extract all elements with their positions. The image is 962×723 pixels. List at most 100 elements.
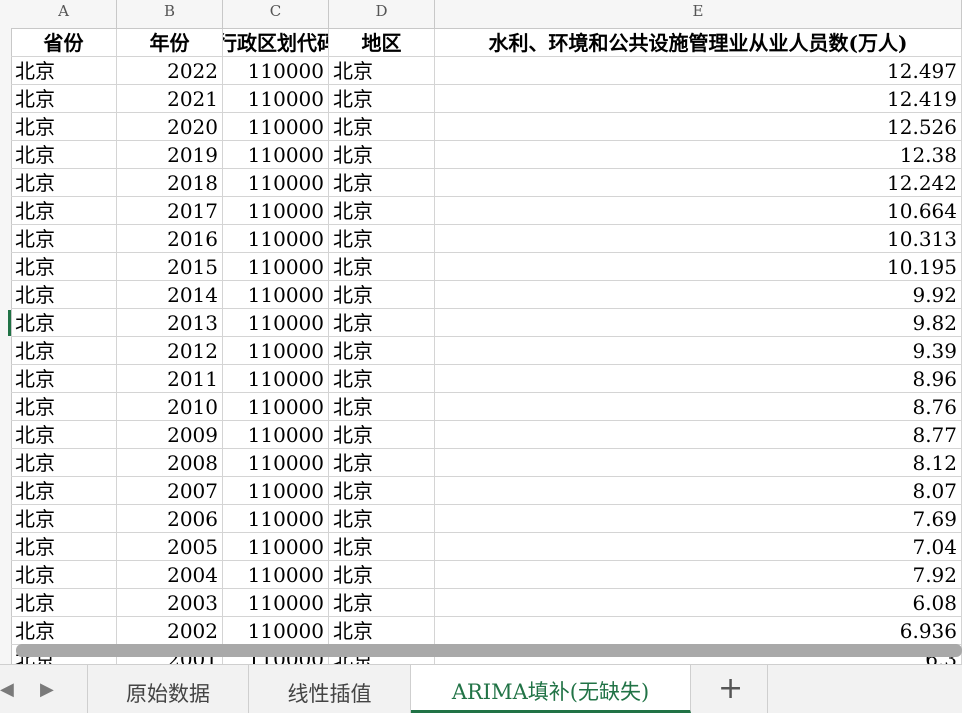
cell-province[interactable]: 北京: [11, 225, 117, 253]
cell-province[interactable]: 北京: [11, 57, 117, 85]
cell-province[interactable]: 北京: [11, 421, 117, 449]
cell-region[interactable]: 北京: [329, 337, 435, 365]
cell-year[interactable]: 2014: [117, 281, 223, 309]
tab-scroll-left-icon[interactable]: ◀: [0, 679, 14, 700]
cell-employees[interactable]: 6.08: [435, 589, 962, 617]
cell-year[interactable]: 2020: [117, 113, 223, 141]
cell-employees[interactable]: 12.497: [435, 57, 962, 85]
cell-region[interactable]: 北京: [329, 281, 435, 309]
cell-year[interactable]: 2003: [117, 589, 223, 617]
cell-year[interactable]: 2017: [117, 197, 223, 225]
cell-region[interactable]: 北京: [329, 617, 435, 645]
cell-region[interactable]: 北京: [329, 561, 435, 589]
cell-province[interactable]: 北京: [11, 365, 117, 393]
cell-year[interactable]: 2006: [117, 505, 223, 533]
cell-year[interactable]: 2010: [117, 393, 223, 421]
cell-region[interactable]: 北京: [329, 505, 435, 533]
cell-region[interactable]: 北京: [329, 225, 435, 253]
cell-region-code[interactable]: 110000: [223, 309, 329, 337]
cell-region-code[interactable]: 110000: [223, 85, 329, 113]
add-sheet-icon[interactable]: +: [718, 671, 743, 706]
cell-region[interactable]: 北京: [329, 309, 435, 337]
tab-scroll-right-icon[interactable]: ▶: [40, 679, 54, 700]
cell-region-code[interactable]: 110000: [223, 197, 329, 225]
cell-year[interactable]: 2018: [117, 169, 223, 197]
horizontal-scrollbar[interactable]: [16, 644, 962, 657]
cell-province[interactable]: 北京: [11, 197, 117, 225]
header-cell-region-code[interactable]: 行政区划代码: [223, 29, 329, 57]
cell-year[interactable]: 2022: [117, 57, 223, 85]
cell-region-code[interactable]: 110000: [223, 477, 329, 505]
cell-region[interactable]: 北京: [329, 365, 435, 393]
cell-region[interactable]: 北京: [329, 197, 435, 225]
cell-year[interactable]: 2012: [117, 337, 223, 365]
cell-province[interactable]: 北京: [11, 141, 117, 169]
cell-employees[interactable]: 10.664: [435, 197, 962, 225]
cell-year[interactable]: 2008: [117, 449, 223, 477]
cell-year[interactable]: 2004: [117, 561, 223, 589]
cell-year[interactable]: 2021: [117, 85, 223, 113]
cell-employees[interactable]: 8.76: [435, 393, 962, 421]
cell-employees[interactable]: 10.195: [435, 253, 962, 281]
cell-year[interactable]: 2016: [117, 225, 223, 253]
cell-region-code[interactable]: 110000: [223, 449, 329, 477]
cell-province[interactable]: 北京: [11, 309, 117, 337]
cell-year[interactable]: 2013: [117, 309, 223, 337]
cell-region[interactable]: 北京: [329, 85, 435, 113]
header-cell-employees[interactable]: 水利、环境和公共设施管理业从业人员数(万人): [435, 29, 962, 57]
cell-employees[interactable]: 8.07: [435, 477, 962, 505]
cell-province[interactable]: 北京: [11, 393, 117, 421]
cell-year[interactable]: 2007: [117, 477, 223, 505]
cell-region-code[interactable]: 110000: [223, 113, 329, 141]
cell-employees[interactable]: 7.92: [435, 561, 962, 589]
cell-region-code[interactable]: 110000: [223, 141, 329, 169]
cell-region[interactable]: 北京: [329, 113, 435, 141]
cell-employees[interactable]: 12.526: [435, 113, 962, 141]
cell-region[interactable]: 北京: [329, 477, 435, 505]
cell-region-code[interactable]: 110000: [223, 225, 329, 253]
cell-employees[interactable]: 12.242: [435, 169, 962, 197]
header-cell-year[interactable]: 年份: [117, 29, 223, 57]
sheet-tab-arima-fill[interactable]: ARIMA填补(无缺失): [411, 665, 691, 713]
cell-province[interactable]: 北京: [11, 281, 117, 309]
cell-region-code[interactable]: 110000: [223, 337, 329, 365]
sheet-tab-linear-interpolation[interactable]: 线性插值: [249, 665, 411, 713]
cell-province[interactable]: 北京: [11, 337, 117, 365]
cell-region-code[interactable]: 110000: [223, 505, 329, 533]
column-header-c[interactable]: C: [223, 0, 329, 28]
cell-province[interactable]: 北京: [11, 477, 117, 505]
column-header-e[interactable]: E: [435, 0, 962, 28]
cell-year[interactable]: 2002: [117, 617, 223, 645]
cell-region-code[interactable]: 110000: [223, 561, 329, 589]
cell-region-code[interactable]: 110000: [223, 533, 329, 561]
cell-year[interactable]: 2019: [117, 141, 223, 169]
cell-province[interactable]: 北京: [11, 617, 117, 645]
column-header-a[interactable]: A: [11, 0, 117, 28]
cell-province[interactable]: 北京: [11, 253, 117, 281]
header-cell-region[interactable]: 地区: [329, 29, 435, 57]
cell-province[interactable]: 北京: [11, 449, 117, 477]
cell-year[interactable]: 2011: [117, 365, 223, 393]
cell-region-code[interactable]: 110000: [223, 393, 329, 421]
cell-province[interactable]: 北京: [11, 589, 117, 617]
cell-employees[interactable]: 12.38: [435, 141, 962, 169]
cell-employees[interactable]: 9.39: [435, 337, 962, 365]
cell-year[interactable]: 2015: [117, 253, 223, 281]
cell-province[interactable]: 北京: [11, 113, 117, 141]
cell-province[interactable]: 北京: [11, 85, 117, 113]
cell-employees[interactable]: 10.313: [435, 225, 962, 253]
cell-province[interactable]: 北京: [11, 561, 117, 589]
cell-employees[interactable]: 7.69: [435, 505, 962, 533]
column-header-b[interactable]: B: [117, 0, 223, 28]
cell-region-code[interactable]: 110000: [223, 589, 329, 617]
column-header-d[interactable]: D: [329, 0, 435, 28]
cell-region-code[interactable]: 110000: [223, 281, 329, 309]
cell-region-code[interactable]: 110000: [223, 421, 329, 449]
header-cell-province[interactable]: 省份: [11, 29, 117, 57]
cell-employees[interactable]: 9.92: [435, 281, 962, 309]
cell-year[interactable]: 2009: [117, 421, 223, 449]
cell-year[interactable]: 2005: [117, 533, 223, 561]
cell-region[interactable]: 北京: [329, 533, 435, 561]
cell-employees[interactable]: 12.419: [435, 85, 962, 113]
cell-region-code[interactable]: 110000: [223, 57, 329, 85]
